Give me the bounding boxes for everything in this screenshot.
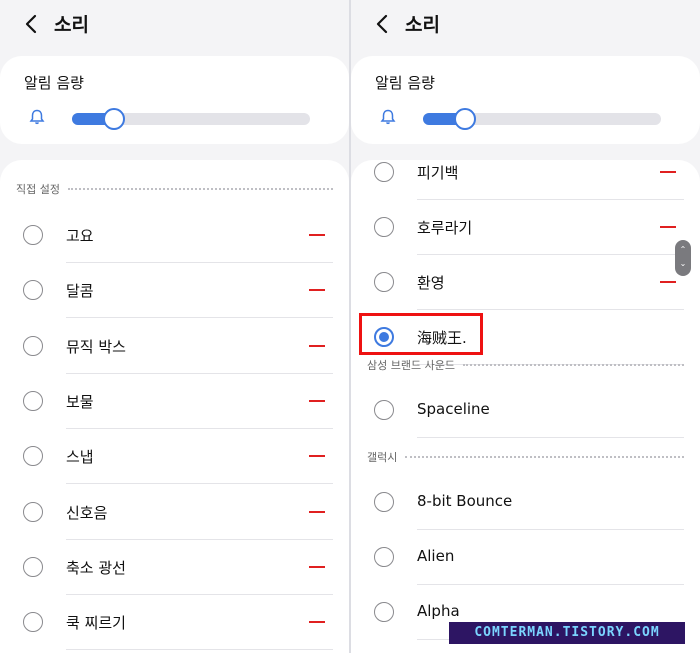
remove-sound-icon[interactable] bbox=[660, 281, 676, 283]
radio-button[interactable] bbox=[374, 400, 394, 420]
sound-list-item[interactable]: 달콤 bbox=[0, 263, 349, 319]
volume-label: 알림 음량 bbox=[375, 74, 435, 92]
remove-sound-icon[interactable] bbox=[660, 171, 676, 173]
radio-button[interactable] bbox=[23, 556, 43, 577]
remove-sound-icon[interactable] bbox=[309, 399, 325, 402]
section-divider bbox=[462, 364, 684, 366]
volume-slider-thumb[interactable] bbox=[102, 108, 125, 130]
radio-button[interactable] bbox=[23, 612, 43, 633]
row-divider bbox=[66, 649, 333, 651]
sound-list-item[interactable]: 스냅 bbox=[0, 429, 349, 485]
sound-name: Spaceline bbox=[417, 400, 490, 418]
sound-list: 직접 설정 고요달콤뮤직 박스보물스냅신호음축소 광선쿡 찌르기 bbox=[0, 160, 349, 653]
volume-card: 알림 음량 bbox=[351, 56, 700, 144]
remove-sound-icon[interactable] bbox=[309, 289, 325, 292]
sound-list: 피기백 호루라기 환영 海贼王. 삼성 브랜드 사운드 Spaceline 갤럭시 8-bit… bbox=[351, 160, 700, 653]
sound-name: Alien bbox=[417, 547, 455, 565]
section-header: 갤럭시 bbox=[367, 448, 684, 466]
remove-sound-icon[interactable] bbox=[309, 234, 325, 236]
sound-list-item[interactable]: 8-bit Bounce bbox=[351, 475, 700, 530]
radio-button[interactable] bbox=[374, 602, 394, 622]
section-label: 직접 설정 bbox=[16, 183, 60, 196]
watermark: COMTERMAN.TISTORY.COM bbox=[449, 622, 685, 644]
header: 소리 bbox=[351, 0, 700, 48]
header: 소리 bbox=[0, 0, 349, 48]
sound-name: 뮤직 박스 bbox=[66, 337, 126, 356]
scroll-handle[interactable]: ⌃ ⌄ bbox=[675, 240, 691, 276]
chevron-up-icon: ⌃ bbox=[679, 245, 687, 254]
sound-name: 고요 bbox=[66, 227, 94, 245]
radio-button[interactable] bbox=[374, 272, 394, 292]
radio-button[interactable] bbox=[23, 225, 43, 245]
sound-list-item[interactable]: 신호음 bbox=[0, 485, 349, 540]
section-header: 삼성 브랜드 사운드 bbox=[367, 356, 684, 374]
volume-label: 알림 음량 bbox=[24, 74, 84, 92]
radio-button[interactable] bbox=[374, 162, 394, 182]
sound-name: 환영 bbox=[417, 274, 445, 292]
page-title: 소리 bbox=[54, 14, 89, 36]
remove-sound-icon[interactable] bbox=[309, 621, 325, 624]
volume-slider-thumb[interactable] bbox=[453, 108, 476, 130]
radio-button[interactable] bbox=[23, 335, 43, 356]
sound-list-item[interactable]: Spaceline bbox=[351, 383, 700, 438]
remove-sound-icon[interactable] bbox=[309, 455, 325, 458]
sound-name: 피기백 bbox=[417, 164, 459, 182]
volume-slider[interactable] bbox=[72, 108, 310, 130]
sound-name: 달콤 bbox=[66, 282, 94, 301]
volume-slider[interactable] bbox=[423, 108, 661, 130]
sound-name: Alpha bbox=[417, 602, 460, 620]
bell-icon[interactable] bbox=[379, 108, 397, 126]
radio-button[interactable] bbox=[23, 280, 43, 301]
sound-list-item[interactable]: 쿡 찌르기 bbox=[0, 595, 349, 651]
sound-list-item[interactable]: 피기백 bbox=[351, 160, 700, 200]
radio-button[interactable] bbox=[23, 446, 43, 467]
radio-button[interactable] bbox=[23, 501, 43, 522]
bell-icon[interactable] bbox=[28, 108, 46, 126]
section-label: 삼성 브랜드 사운드 bbox=[367, 359, 455, 372]
sound-name: 스냅 bbox=[66, 448, 94, 467]
sound-list-item[interactable]: 고요 bbox=[0, 208, 349, 263]
sound-list-item[interactable]: 뮤직 박스 bbox=[0, 319, 349, 374]
sound-name: 보물 bbox=[66, 392, 94, 411]
section-divider bbox=[67, 188, 333, 190]
radio-button[interactable] bbox=[23, 390, 43, 411]
sound-name: 신호음 bbox=[66, 503, 108, 522]
back-icon[interactable] bbox=[22, 12, 42, 36]
sound-name: 축소 광선 bbox=[66, 558, 126, 577]
row-divider bbox=[417, 437, 684, 438]
radio-button[interactable] bbox=[374, 217, 394, 237]
remove-sound-icon[interactable] bbox=[309, 510, 325, 513]
sound-list-item[interactable]: 호루라기 bbox=[351, 200, 700, 255]
radio-button[interactable] bbox=[374, 492, 394, 512]
sound-name: 호루라기 bbox=[417, 219, 473, 237]
sound-list-item[interactable]: 보물 bbox=[0, 374, 349, 429]
page-title: 소리 bbox=[405, 14, 440, 36]
sound-name: 쿡 찌르기 bbox=[66, 614, 126, 633]
sound-list-item[interactable]: Alien bbox=[351, 530, 700, 585]
sound-name: 8-bit Bounce bbox=[417, 492, 513, 510]
remove-sound-icon[interactable] bbox=[660, 226, 676, 228]
remove-sound-icon[interactable] bbox=[309, 344, 325, 347]
volume-card: 알림 음량 bbox=[0, 56, 349, 144]
chevron-down-icon: ⌄ bbox=[679, 259, 687, 268]
sound-list-item[interactable]: 축소 광선 bbox=[0, 540, 349, 595]
sound-list-item[interactable]: 환영 bbox=[351, 255, 700, 310]
section-header-custom: 직접 설정 bbox=[16, 180, 333, 198]
section-label: 갤럭시 bbox=[367, 451, 398, 464]
radio-button[interactable] bbox=[374, 547, 394, 567]
section-divider bbox=[405, 456, 684, 458]
back-icon[interactable] bbox=[373, 12, 393, 36]
remove-sound-icon[interactable] bbox=[309, 565, 325, 568]
selection-highlight-box bbox=[359, 313, 483, 355]
left-screen: 소리 알림 음량 직접 설정 고요달콤뮤직 박스보물스냅신호음축소 광선쿡 찌르… bbox=[0, 0, 349, 653]
